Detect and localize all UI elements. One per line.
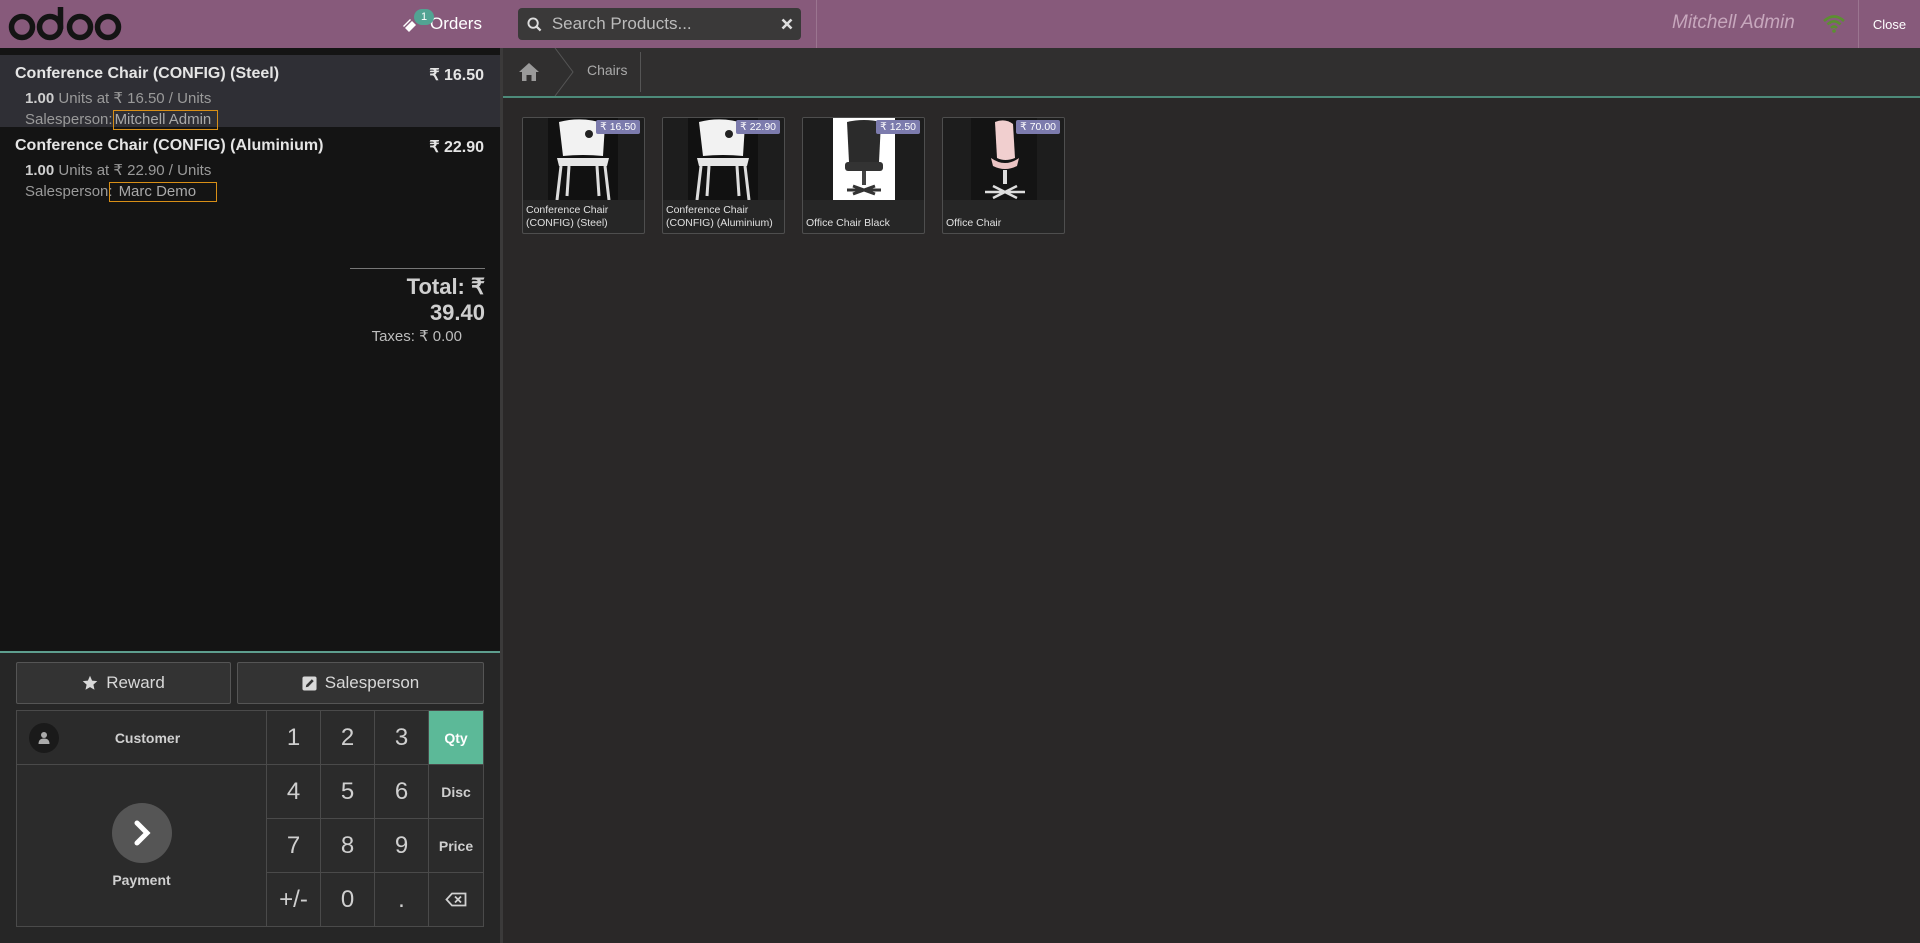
- home-category-button[interactable]: [503, 48, 555, 96]
- breadcrumb-divider: [640, 52, 641, 92]
- order-line[interactable]: Conference Chair (CONFIG) (Aluminium) ₹ …: [0, 127, 500, 202]
- payment-button[interactable]: Payment: [17, 765, 267, 926]
- numpad-key-1[interactable]: 1: [267, 711, 321, 765]
- numpad: Customer Payment 1 2 3 Qty 4 5 6 Disc 7 …: [16, 710, 484, 927]
- chevron-right-icon: [111, 803, 172, 863]
- product-card[interactable]: ₹ 70.00 Office Chair: [942, 117, 1065, 234]
- numpad-key-8[interactable]: 8: [321, 819, 375, 873]
- numpad-key-decimal[interactable]: .: [375, 873, 429, 926]
- order-line-qty: 1.00: [25, 162, 55, 179]
- breadcrumb-category[interactable]: Chairs: [587, 62, 627, 78]
- home-icon: [519, 63, 539, 81]
- salesperson-label: Salesperson:: [25, 111, 113, 128]
- order-line-salesperson[interactable]: Marc Demo: [108, 182, 218, 202]
- numpad-key-sign[interactable]: +/-: [267, 873, 321, 926]
- mode-disc-button[interactable]: Disc: [429, 765, 483, 819]
- order-line-unit-info: Units at ₹ 22.90 / Units: [58, 162, 212, 179]
- mode-qty-button[interactable]: Qty: [429, 711, 483, 765]
- customer-label: Customer: [114, 729, 181, 746]
- product-name: Conference Chair (CONFIG) (Steel): [526, 204, 609, 229]
- numpad-key-2[interactable]: 2: [321, 711, 375, 765]
- mode-price-button[interactable]: Price: [429, 819, 483, 873]
- reward-button[interactable]: Reward: [16, 662, 231, 704]
- breadcrumb-separator: [554, 48, 574, 96]
- product-card[interactable]: ₹ 16.50 Conference Chair (CONFIG) (Steel…: [522, 117, 645, 234]
- edit-icon: [302, 675, 317, 691]
- odoo-logo: [8, 7, 122, 41]
- product-card[interactable]: ₹ 22.90 Conference Chair (CONFIG) (Alumi…: [662, 117, 785, 234]
- numpad-key-9[interactable]: 9: [375, 819, 429, 873]
- product-price: ₹ 12.50: [876, 120, 920, 134]
- numpad-key-0[interactable]: 0: [321, 873, 375, 926]
- numpad-key-7[interactable]: 7: [267, 819, 321, 873]
- order-line-product: Conference Chair (CONFIG) (Steel): [15, 65, 280, 82]
- product-search: [518, 8, 801, 40]
- order-line[interactable]: Conference Chair (CONFIG) (Steel) ₹ 16.5…: [0, 55, 500, 130]
- product-name: Office Chair: [946, 217, 1002, 229]
- order-line-price: ₹ 22.90: [429, 139, 484, 156]
- close-button[interactable]: Close: [1859, 0, 1920, 48]
- product-name: Conference Chair (CONFIG) (Aluminium): [666, 204, 773, 229]
- backspace-button[interactable]: [429, 873, 483, 926]
- order-taxes: Taxes: ₹ 0.00: [371, 328, 462, 345]
- order-line-price: ₹ 16.50: [429, 67, 484, 84]
- search-input[interactable]: [551, 14, 773, 34]
- numpad-key-6[interactable]: 6: [375, 765, 429, 819]
- order-line-qty: 1.00: [25, 90, 55, 107]
- product-name: Office Chair Black: [806, 217, 890, 229]
- order-line-unit-info: Units at ₹ 16.50 / Units: [58, 90, 212, 107]
- orders-button[interactable]: 1 Orders: [402, 9, 482, 38]
- salesperson-button-label: Salesperson: [324, 673, 420, 692]
- orders-label: Orders: [430, 14, 482, 33]
- orders-count-badge: 1: [414, 9, 434, 25]
- user-icon: [29, 722, 59, 753]
- product-price: ₹ 22.90: [736, 120, 780, 134]
- customer-button[interactable]: Customer: [17, 711, 267, 765]
- backspace-icon: [445, 892, 467, 907]
- payment-label: Payment: [112, 872, 171, 888]
- salesperson-button[interactable]: Salesperson: [237, 662, 484, 704]
- reward-label: Reward: [106, 673, 165, 692]
- breadcrumb: [503, 48, 1920, 98]
- pane-divider: [500, 48, 503, 943]
- wifi-icon: [1823, 15, 1845, 33]
- numpad-key-3[interactable]: 3: [375, 711, 429, 765]
- search-icon: [518, 8, 552, 40]
- numpad-key-5[interactable]: 5: [321, 765, 375, 819]
- star-icon: [82, 675, 98, 690]
- clear-search-icon[interactable]: [773, 8, 801, 40]
- product-card[interactable]: ₹ 12.50 Office Chair Black: [802, 117, 925, 234]
- header-divider: [816, 0, 817, 48]
- order-summary: Total: ₹ 39.40 Taxes: ₹ 0.00: [350, 268, 485, 345]
- breadcrumb-underline: [503, 96, 1920, 98]
- product-price: ₹ 16.50: [596, 120, 640, 134]
- salesperson-label: Salesperson:: [25, 183, 113, 200]
- numpad-key-4[interactable]: 4: [267, 765, 321, 819]
- order-line-product: Conference Chair (CONFIG) (Aluminium): [15, 137, 324, 154]
- control-pad: Reward Salesperson Customer Payment 1 2 …: [0, 653, 500, 943]
- top-bar: 1 Orders Mitchell Admin Close: [0, 0, 1920, 48]
- order-total: Total: ₹ 39.40: [406, 274, 485, 325]
- product-price: ₹ 70.00: [1016, 120, 1060, 134]
- cashier-name[interactable]: Mitchell Admin: [1672, 12, 1795, 34]
